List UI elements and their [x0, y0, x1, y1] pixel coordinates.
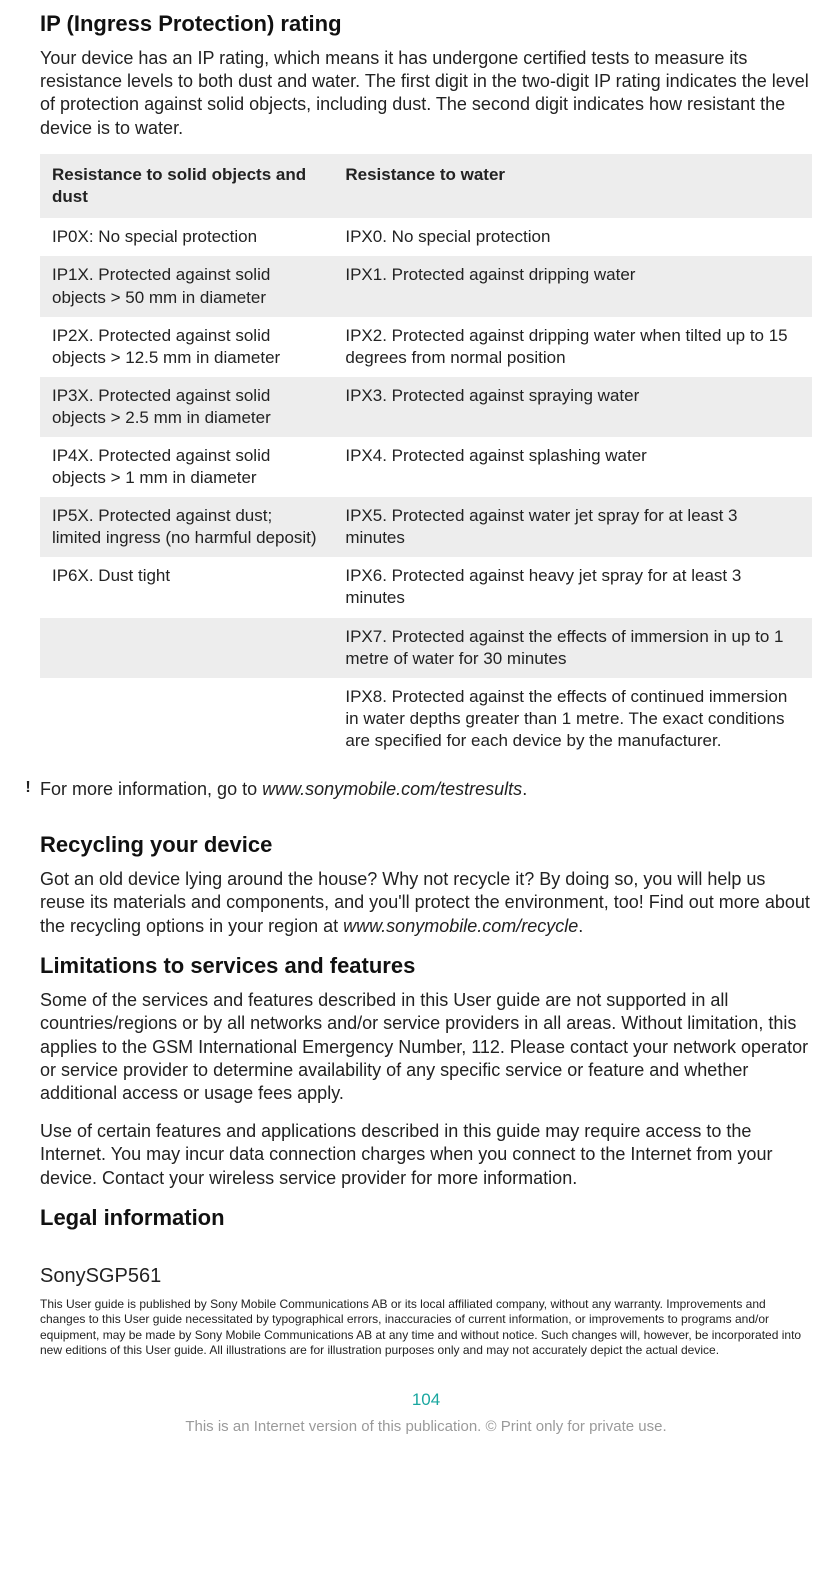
cell-water: IPX5. Protected against water jet spray … [333, 497, 812, 557]
cell-solid [40, 618, 333, 678]
device-model-heading: SonySGP561 [40, 1263, 812, 1289]
ip-rating-table: Resistance to solid objects and dust Res… [40, 154, 812, 760]
table-row: IP4X. Protected against solid objects > … [40, 437, 812, 497]
cell-solid: IP0X: No special protection [40, 218, 333, 256]
cell-solid: IP2X. Protected against solid objects > … [40, 317, 333, 377]
table-header-water: Resistance to water [333, 154, 812, 218]
cell-solid: IP5X. Protected against dust; limited in… [40, 497, 333, 557]
cell-solid: IP1X. Protected against solid objects > … [40, 256, 333, 316]
recycling-text-suffix: . [578, 916, 583, 936]
cell-water: IPX4. Protected against splashing water [333, 437, 812, 497]
page-number: 104 [40, 1389, 812, 1411]
ip-rating-intro: Your device has an IP rating, which mean… [40, 47, 812, 141]
cell-water: IPX3. Protected against spraying water [333, 377, 812, 437]
table-header-row: Resistance to solid objects and dust Res… [40, 154, 812, 218]
info-note: ! For more information, go to www.sonymo… [40, 778, 812, 801]
limitations-p2: Use of certain features and applications… [40, 1120, 812, 1190]
legal-small-print: This User guide is published by Sony Mob… [40, 1297, 812, 1359]
cell-water: IPX1. Protected against dripping water [333, 256, 812, 316]
limitations-p1: Some of the services and features descri… [40, 989, 812, 1106]
recycling-link[interactable]: www.sonymobile.com/recycle [343, 916, 578, 936]
cell-solid: IP4X. Protected against solid objects > … [40, 437, 333, 497]
legal-heading: Legal information [40, 1204, 812, 1233]
cell-water: IPX0. No special protection [333, 218, 812, 256]
recycling-body: Got an old device lying around the house… [40, 868, 812, 938]
table-row: IP3X. Protected against solid objects > … [40, 377, 812, 437]
table-row: IP0X: No special protection IPX0. No spe… [40, 218, 812, 256]
cell-solid [40, 678, 333, 760]
limitations-heading: Limitations to services and features [40, 952, 812, 981]
note-suffix: . [522, 779, 527, 799]
recycling-heading: Recycling your device [40, 831, 812, 860]
table-row: IPX7. Protected against the effects of i… [40, 618, 812, 678]
table-header-solid: Resistance to solid objects and dust [40, 154, 333, 218]
info-note-text: For more information, go to www.sonymobi… [40, 778, 812, 801]
cell-solid: IP3X. Protected against solid objects > … [40, 377, 333, 437]
important-icon: ! [16, 778, 40, 799]
note-link[interactable]: www.sonymobile.com/testresults [262, 779, 522, 799]
cell-water: IPX8. Protected against the effects of c… [333, 678, 812, 760]
cell-water: IPX6. Protected against heavy jet spray … [333, 557, 812, 617]
table-row: IPX8. Protected against the effects of c… [40, 678, 812, 760]
table-row: IP6X. Dust tight IPX6. Protected against… [40, 557, 812, 617]
footer-note: This is an Internet version of this publ… [40, 1417, 812, 1457]
cell-water: IPX7. Protected against the effects of i… [333, 618, 812, 678]
table-row: IP1X. Protected against solid objects > … [40, 256, 812, 316]
cell-solid: IP6X. Dust tight [40, 557, 333, 617]
table-row: IP2X. Protected against solid objects > … [40, 317, 812, 377]
note-prefix: For more information, go to [40, 779, 262, 799]
cell-water: IPX2. Protected against dripping water w… [333, 317, 812, 377]
table-row: IP5X. Protected against dust; limited in… [40, 497, 812, 557]
ip-rating-heading: IP (Ingress Protection) rating [40, 10, 812, 39]
